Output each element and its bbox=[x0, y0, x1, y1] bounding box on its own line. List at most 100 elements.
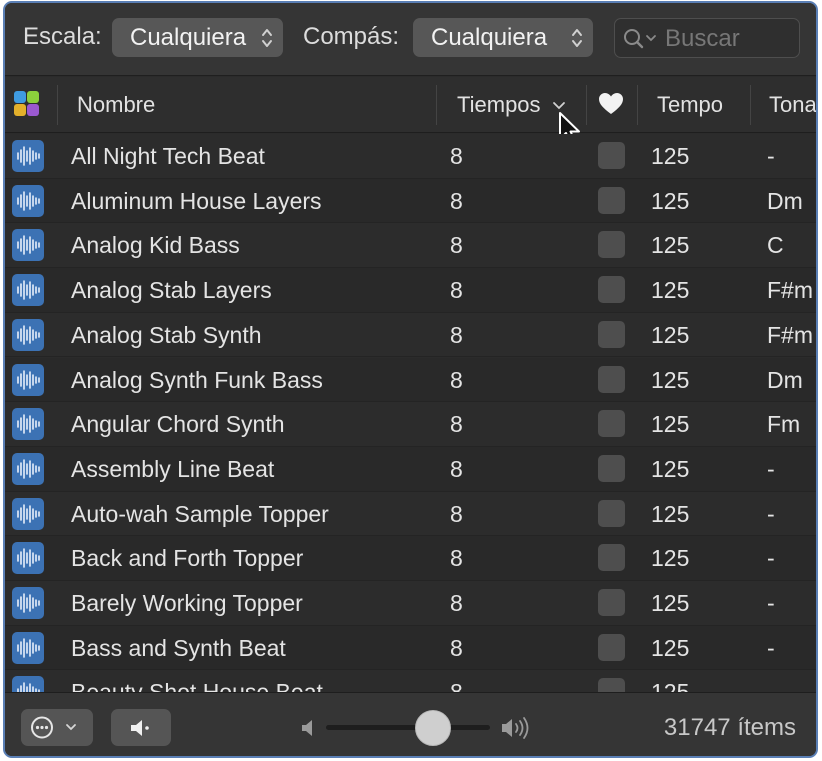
loop-name: Assembly Line Beat bbox=[71, 455, 275, 482]
waveform-icon bbox=[12, 229, 44, 262]
meter-label: Compás: bbox=[303, 23, 400, 50]
table-row[interactable]: All Night Tech Beat 8 125 - bbox=[5, 134, 816, 179]
search-icon bbox=[624, 29, 656, 49]
volume-low-icon bbox=[302, 720, 312, 736]
heart-icon[interactable] bbox=[598, 92, 624, 116]
loop-tempo: 125 bbox=[651, 321, 690, 348]
favorite-checkbox[interactable] bbox=[598, 320, 625, 348]
table-row[interactable]: Aluminum House Layers 8 125 Dm bbox=[5, 178, 816, 224]
favorite-checkbox[interactable] bbox=[598, 633, 625, 661]
loop-key: Dm bbox=[767, 366, 803, 393]
up-down-chevron-icon bbox=[572, 29, 582, 47]
loop-tempo: 125 bbox=[651, 232, 690, 259]
loop-beats: 8 bbox=[450, 232, 463, 259]
loop-key: - bbox=[767, 143, 775, 169]
loop-beats: 8 bbox=[450, 545, 463, 572]
favorite-checkbox[interactable] bbox=[598, 499, 625, 527]
table-row[interactable]: Analog Synth Funk Bass 8 125 Dm bbox=[5, 357, 816, 403]
loop-beats: 8 bbox=[450, 321, 463, 348]
table-row[interactable]: Angular Chord Synth 8 125 Fm bbox=[5, 402, 816, 447]
favorite-checkbox[interactable] bbox=[598, 410, 625, 438]
loop-table-body: All Night Tech Beat 8 125 - Aluminum House L… bbox=[5, 134, 816, 692]
loop-tempo: 125 bbox=[651, 187, 690, 214]
table-row[interactable]: Beauty Shot House Beat 8 125 - bbox=[5, 670, 816, 692]
waveform-icon bbox=[12, 408, 44, 441]
loop-tempo: 125 bbox=[651, 411, 690, 438]
loop-beats: 8 bbox=[450, 455, 463, 482]
search-field[interactable]: Buscar bbox=[614, 18, 800, 58]
waveform-icon bbox=[12, 542, 44, 575]
favorite-checkbox[interactable] bbox=[598, 544, 625, 572]
favorite-checkbox[interactable] bbox=[598, 678, 625, 692]
column-header-key[interactable]: Tona bbox=[769, 77, 816, 133]
column-header-beats[interactable]: Tiempos bbox=[457, 77, 541, 133]
waveform-icon bbox=[12, 452, 44, 485]
waveform-icon bbox=[12, 363, 44, 396]
loop-name: Analog Stab Layers bbox=[71, 277, 272, 304]
table-row[interactable]: Back and Forth Topper 8 125 - bbox=[5, 536, 816, 581]
waveform-icon bbox=[12, 318, 44, 351]
table-row[interactable]: Assembly Line Beat 8 125 - bbox=[5, 446, 816, 492]
color-grid-icon[interactable] bbox=[14, 91, 40, 117]
waveform-icon bbox=[12, 140, 44, 172]
more-options-button[interactable] bbox=[21, 709, 93, 746]
table-row[interactable]: Analog Stab Synth 8 125 F#m bbox=[5, 312, 816, 358]
favorite-checkbox[interactable] bbox=[598, 454, 625, 482]
loop-name: Analog Synth Funk Bass bbox=[71, 366, 323, 393]
waveform-icon bbox=[12, 274, 44, 307]
loop-beats: 8 bbox=[450, 500, 463, 527]
meter-popup-value: Cualquiera bbox=[431, 24, 548, 51]
column-header-name[interactable]: Nombre bbox=[77, 77, 155, 133]
column-separator bbox=[637, 85, 638, 125]
loop-key: Dm bbox=[767, 187, 803, 214]
favorite-checkbox[interactable] bbox=[598, 276, 625, 304]
loop-key: F#m bbox=[767, 277, 813, 304]
favorite-checkbox[interactable] bbox=[598, 365, 625, 393]
column-separator bbox=[750, 85, 751, 125]
loop-tempo: 125 bbox=[651, 670, 689, 692]
scale-popup[interactable]: Cualquiera bbox=[112, 18, 283, 57]
waveform-icon bbox=[12, 631, 44, 664]
loop-key: - bbox=[767, 455, 775, 482]
meter-popup[interactable]: Cualquiera bbox=[413, 18, 593, 57]
loop-browser-window: Escala: Cualquiera Compás: Cualquiera Bu… bbox=[3, 1, 818, 758]
table-row[interactable]: Analog Kid Bass 8 125 C bbox=[5, 223, 816, 269]
loop-tempo: 125 bbox=[651, 500, 690, 527]
column-separator bbox=[57, 85, 58, 125]
item-count: 31747 ítems bbox=[663, 714, 796, 741]
loop-key: - bbox=[767, 634, 775, 661]
loop-name: Back and Forth Topper bbox=[71, 545, 304, 572]
waveform-icon bbox=[12, 497, 44, 530]
table-row[interactable]: Bass and Synth Beat 8 125 - bbox=[5, 625, 816, 671]
favorite-checkbox[interactable] bbox=[598, 589, 625, 616]
loop-tempo: 125 bbox=[651, 366, 690, 393]
filter-bar: Escala: Cualquiera Compás: Cualquiera Bu… bbox=[5, 3, 816, 76]
table-row[interactable]: Barely Working Topper 8 125 - bbox=[5, 581, 816, 626]
loop-name: Angular Chord Synth bbox=[71, 411, 285, 438]
volume-slider-thumb[interactable] bbox=[414, 710, 451, 746]
favorite-checkbox[interactable] bbox=[598, 186, 625, 214]
scale-label: Escala: bbox=[23, 23, 102, 50]
loop-key: - bbox=[767, 670, 775, 692]
loop-beats: 8 bbox=[450, 366, 463, 393]
preview-speaker-button[interactable] bbox=[111, 709, 171, 746]
favorite-checkbox[interactable] bbox=[598, 142, 625, 169]
ellipsis-circle-icon bbox=[31, 716, 76, 739]
column-separator bbox=[436, 85, 437, 125]
loop-name: Analog Kid Bass bbox=[71, 232, 240, 259]
loop-tempo: 125 bbox=[651, 143, 690, 169]
loop-beats: 8 bbox=[450, 590, 463, 616]
speaker-icon bbox=[131, 720, 149, 736]
table-row[interactable]: Auto-wah Sample Topper 8 125 - bbox=[5, 491, 816, 537]
column-header-tempo[interactable]: Tempo bbox=[657, 77, 723, 133]
favorite-checkbox[interactable] bbox=[598, 231, 625, 259]
waveform-icon bbox=[12, 184, 44, 217]
loop-tempo: 125 bbox=[651, 590, 690, 616]
volume-slider-track[interactable] bbox=[326, 725, 490, 730]
loop-beats: 8 bbox=[450, 187, 463, 214]
loop-beats: 8 bbox=[450, 670, 463, 692]
scale-popup-value: Cualquiera bbox=[130, 24, 247, 51]
table-row[interactable]: Analog Stab Layers 8 125 F#m bbox=[5, 268, 816, 313]
waveform-icon bbox=[12, 587, 44, 619]
loop-name: Auto-wah Sample Topper bbox=[71, 500, 329, 527]
